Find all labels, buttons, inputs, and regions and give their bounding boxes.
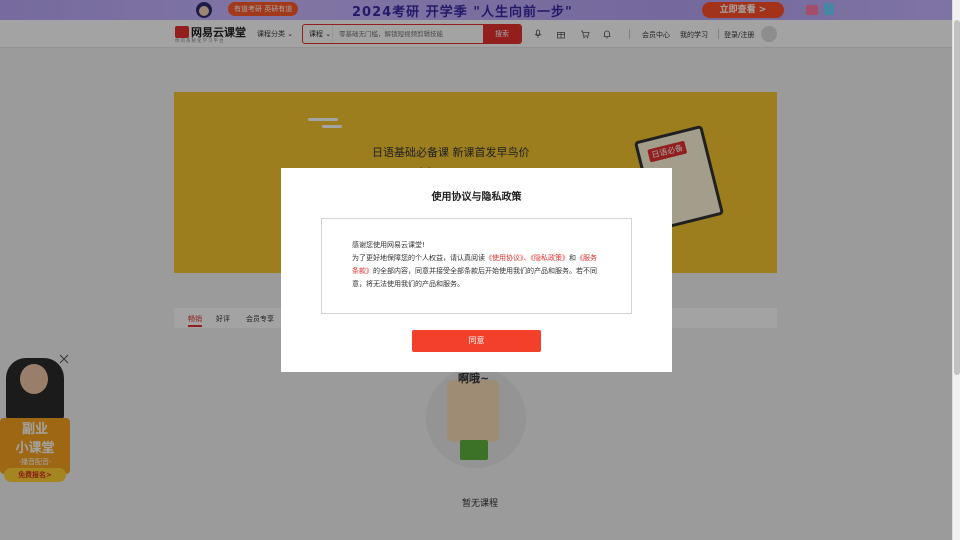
agreement-greeting: 感谢您使用网易云课堂! xyxy=(352,241,425,249)
terms-of-use-link[interactable]: 《使用协议》 xyxy=(485,254,524,262)
scrollbar-thumb[interactable] xyxy=(954,20,960,375)
agreement-body-suffix: 的全部内容，同意并接受全部条款后开始使用我们的产品和服务。若不同意，将无法使用我… xyxy=(352,267,597,288)
agree-button[interactable]: 同意 xyxy=(412,330,541,352)
agreement-modal: 使用协议与隐私政策 感谢您使用网易云课堂! 为了更好地保障您的个人权益，请认真阅… xyxy=(281,168,672,372)
agreement-body: 为了更好地保障您的个人权益，请认真阅读《使用协议》、《隐私政策》和《服务条款》的… xyxy=(352,252,601,291)
privacy-policy-link[interactable]: 《隐私政策》 xyxy=(531,254,570,262)
modal-title: 使用协议与隐私政策 xyxy=(431,192,522,203)
conjunction-and: 和 xyxy=(569,254,576,262)
scrollbar[interactable] xyxy=(952,0,960,540)
agreement-text-box: 感谢您使用网易云课堂! 为了更好地保障您的个人权益，请认真阅读《使用协议》、《隐… xyxy=(321,218,632,314)
link-separator: 、 xyxy=(523,254,531,262)
agreement-body-prefix: 为了更好地保障您的个人权益，请认真阅读 xyxy=(352,254,485,262)
